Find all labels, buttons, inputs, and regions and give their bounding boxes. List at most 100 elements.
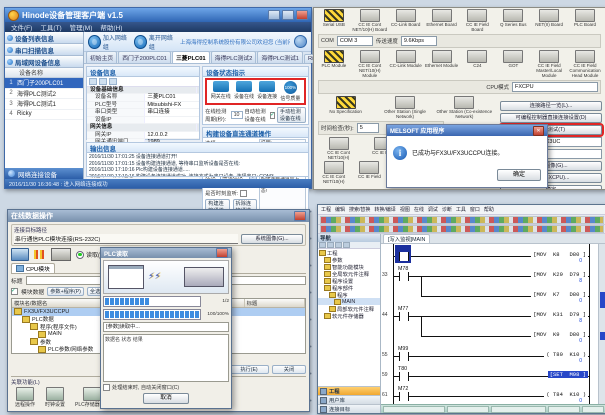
cpu-module-tab[interactable]: CPU模块 xyxy=(11,263,55,273)
plc-interface-item[interactable]: CC IE Cont NET/10(H) Module xyxy=(352,50,388,79)
device-row[interactable]: 1 西门子200PLC01 xyxy=(5,78,83,89)
nav-section-tab[interactable]: 工程 xyxy=(318,386,380,395)
vertical-scrollbar[interactable] xyxy=(598,244,605,404)
menu-item[interactable]: 在线 xyxy=(414,206,424,213)
nav-tree-item[interactable]: 工程 xyxy=(318,249,380,256)
plc-interface-item[interactable]: CC IE Field Communication Head Module xyxy=(567,50,603,79)
system-image-button[interactable]: 系统图像(G)... xyxy=(241,234,303,244)
param-program-button[interactable]: 参数+程序(P) xyxy=(47,287,84,296)
property-row[interactable]: 设备名称 三菱PLC01 xyxy=(87,94,199,101)
sort-icon[interactable] xyxy=(99,78,107,85)
sidebar-section-header[interactable]: 设备列表信息 xyxy=(5,32,83,44)
refresh-icon[interactable] xyxy=(109,78,117,85)
device-tab[interactable]: 西门子200PLC01 xyxy=(118,51,171,63)
menu-item[interactable]: 诊断 xyxy=(442,206,452,213)
pc-interface-item[interactable]: NET(II) Board xyxy=(531,9,567,33)
join-network-button[interactable]: 加入网络组 xyxy=(88,33,130,51)
menu-item[interactable]: 管理(M) xyxy=(70,22,93,32)
station-item[interactable]: Other Station (Single Network) xyxy=(375,96,434,120)
ladder-rung[interactable]: [MOV K7 D80 ] 0 xyxy=(381,284,598,304)
titlebar[interactable]: 在线数据操作 xyxy=(8,210,309,222)
close-icon[interactable] xyxy=(294,211,306,221)
device-row[interactable]: 2 海得PLC测试2 xyxy=(5,89,83,100)
ladder-rung[interactable]: [MOV K8 D80 ] 0 xyxy=(381,244,598,264)
menu-item[interactable]: 视图 xyxy=(400,206,410,213)
speed-field[interactable]: 9.6Kbps xyxy=(401,36,437,46)
menu-item[interactable]: 文件(F) xyxy=(11,22,32,32)
ladder-toolbar-icons[interactable] xyxy=(320,225,604,233)
plc-interface-item[interactable]: PLC Module xyxy=(316,50,352,79)
menu-item[interactable]: 帮助 xyxy=(484,206,494,213)
melsoft-titlebar[interactable]: MELSOFT 应用程序 ✕ xyxy=(387,125,547,136)
maximize-icon[interactable] xyxy=(282,10,294,20)
titlebar[interactable]: Hinode设备管理客户端 v1.5 xyxy=(5,8,311,22)
ladder-rung[interactable]: 61 M72 ( T84 K10 ) 0 xyxy=(381,384,598,404)
network-route-item[interactable]: CC IE Cont NET/10(H) xyxy=(316,137,361,161)
pc-interface-item[interactable]: CC IE Field Board xyxy=(460,9,496,33)
plc-interface-item[interactable]: CC IE Field Master/Local Module xyxy=(531,50,567,79)
nav-tree-item[interactable]: 程序 xyxy=(318,291,380,298)
pc-interface-item[interactable]: CC IE Cont NET/10(H) Board xyxy=(352,9,388,33)
device-tab[interactable]: 海得PLC测试1 xyxy=(257,51,303,63)
plc-interface-item[interactable]: CC-Link Module xyxy=(388,50,424,79)
close-button[interactable]: 关闭 xyxy=(272,365,306,374)
listen-checkbox[interactable] xyxy=(240,190,247,197)
nav-tree-item[interactable]: 程序部件 xyxy=(318,284,380,291)
device-tab[interactable]: 初始主页 xyxy=(86,51,117,63)
toolbar-icons[interactable] xyxy=(320,216,604,224)
auto-close-checkbox[interactable] xyxy=(103,384,110,391)
menu-item[interactable]: 调试 xyxy=(428,206,438,213)
menu-item[interactable]: 转换/编译 xyxy=(374,206,395,213)
minimize-icon[interactable] xyxy=(268,10,280,20)
sidebar-section-header[interactable]: 串口扫描信息 xyxy=(5,44,83,56)
device-tab[interactable]: 海得PLC测试2 xyxy=(211,51,257,63)
sidebar-section-header[interactable]: 局域网设备信息 xyxy=(5,56,83,68)
property-row[interactable]: 网关IP 12.0.0.2 xyxy=(87,132,199,139)
device-row[interactable]: 3 海得PLC测试1 xyxy=(5,99,83,110)
property-row[interactable]: 设备IP xyxy=(87,117,199,124)
property-row[interactable]: 网关信息 xyxy=(87,124,199,131)
leave-network-button[interactable]: 离开网络组 xyxy=(134,33,176,51)
station-item[interactable]: No Specification xyxy=(316,96,375,120)
time-check-field[interactable]: 5 xyxy=(357,123,379,133)
melsoft-ok-button[interactable]: 确定 xyxy=(497,169,541,181)
co-existence-route-item[interactable]: CC IE Cont NET/10(H) xyxy=(316,161,352,185)
ladder-canvas[interactable]: [MOV K8 D80 ] 0 33 M78 [MOV K29 D79 ] 8 xyxy=(381,244,598,404)
user-avatar[interactable] xyxy=(294,35,307,48)
pc-interface-item[interactable]: Ethernet Board xyxy=(424,9,460,33)
ladder-rung[interactable]: 55 M99 ( T80 K10 ) 0 xyxy=(381,344,598,364)
module-data-checkbox[interactable] xyxy=(11,288,18,295)
ladder-rung[interactable]: 59 T80 [SET M98 ] xyxy=(381,364,598,384)
direct-connection-button[interactable]: 可编程控制器直接连接设置(D) xyxy=(500,113,602,123)
auto-detect-checkbox[interactable] xyxy=(270,112,275,119)
detect-period-input[interactable]: 10 xyxy=(231,111,243,119)
related-function[interactable]: 时钟设置 xyxy=(45,387,65,408)
close-icon[interactable] xyxy=(296,10,308,20)
device-row[interactable]: 4 Ricky xyxy=(5,110,83,121)
ladder-rung[interactable]: 33 M78 [MOV K29 D79 ] 8 xyxy=(381,264,598,284)
plc-interface-item[interactable]: C24 xyxy=(460,50,496,79)
ladder-rung[interactable]: 44 M77 [MOV K31 D79 ] 8 xyxy=(381,304,598,324)
menu-item[interactable]: 窗口 xyxy=(470,206,480,213)
progress-cancel-button[interactable]: 取消 xyxy=(143,393,189,404)
execute-button[interactable]: 执行(E) xyxy=(229,365,269,374)
menu-item[interactable]: 搜索/替换 xyxy=(349,206,370,213)
station-item[interactable]: Other Station (Co-existence Network) xyxy=(435,96,494,120)
ladder-rung[interactable]: [MOV K9 D80 ] 0 xyxy=(381,324,598,344)
related-function[interactable]: 远程操作 xyxy=(15,387,35,408)
plc-interface-item[interactable]: Ethernet Module xyxy=(424,50,460,79)
menu-item[interactable]: 工具(T) xyxy=(40,22,61,32)
menu-item[interactable]: 工具 xyxy=(456,206,466,213)
nav-section-tab[interactable]: 用户库 xyxy=(318,395,380,404)
pc-interface-item[interactable]: Q Series Bus xyxy=(495,9,531,33)
manual-detect-button[interactable]: 手动检测设备在线 xyxy=(277,107,306,123)
menu-item[interactable]: 帮助(H) xyxy=(100,22,122,32)
close-icon[interactable]: ✕ xyxy=(533,126,544,136)
menu-item[interactable]: 工程 xyxy=(321,206,331,213)
pc-interface-item[interactable]: PLC Board xyxy=(567,9,603,33)
progress-titlebar[interactable]: PLC读取 xyxy=(101,248,231,258)
property-row[interactable]: 串口类型 串口连接 xyxy=(87,109,199,116)
document-tab[interactable]: [写入监视]MAIN xyxy=(383,234,430,243)
close-icon[interactable] xyxy=(216,248,228,258)
device-tab[interactable]: 三菱PLC01 xyxy=(172,51,210,63)
